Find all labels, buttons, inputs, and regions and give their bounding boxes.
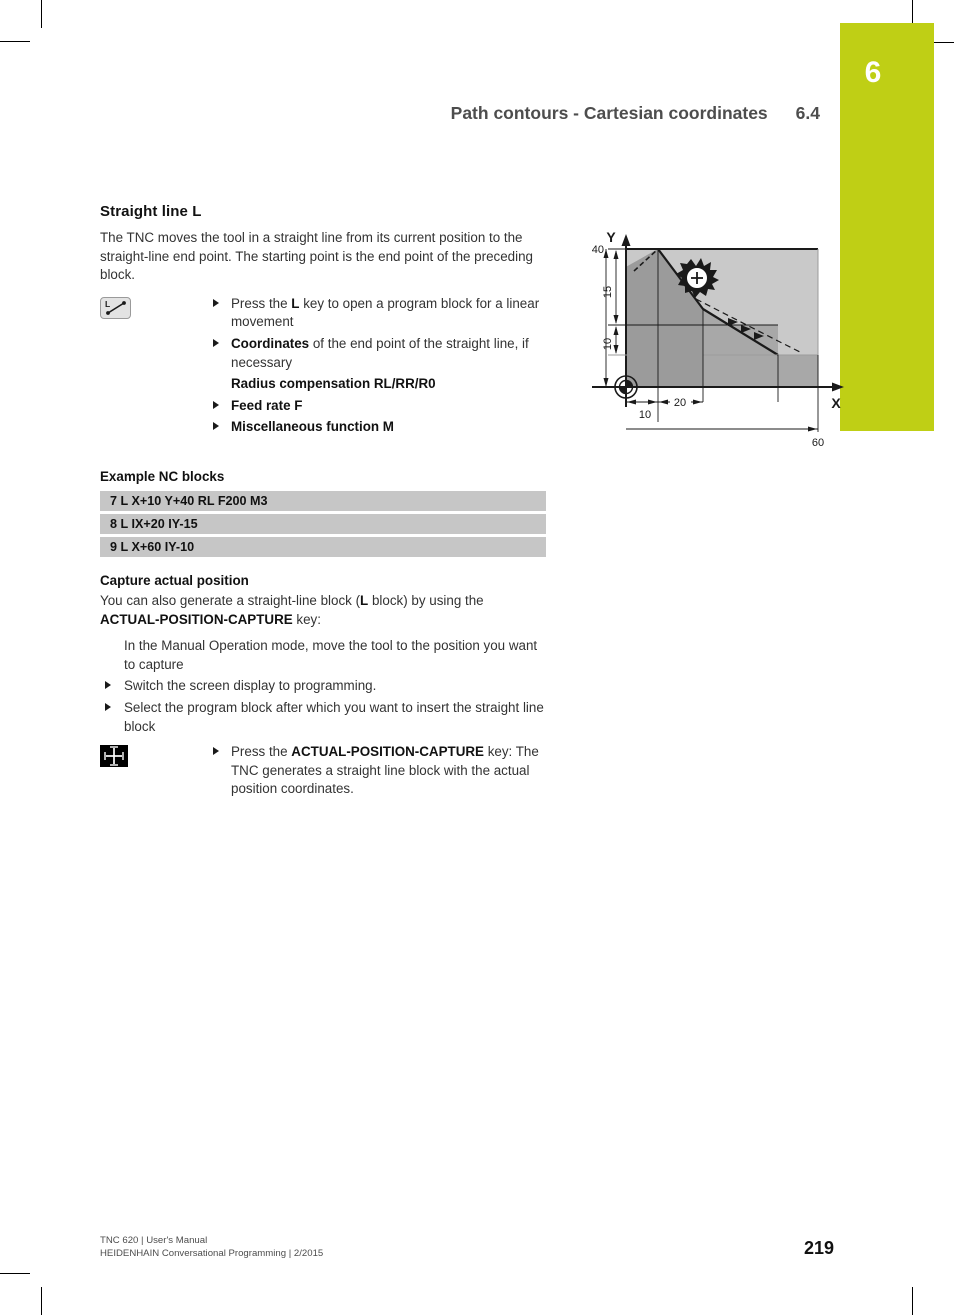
list-item: Feed rate F [213, 397, 546, 416]
cartesian-contour-diagram: 40 15 10 10 20 60 Y X [578, 222, 846, 470]
list-item: Miscellaneous function M [213, 418, 546, 437]
dim-arrow-icon [603, 249, 609, 258]
dim-arrow-icon [613, 250, 619, 259]
dim-arrow-icon [613, 345, 619, 354]
capture-final-step-list: Press the ACTUAL-POSITION-CAPTURE key: T… [213, 743, 546, 802]
x-axis-arrow-icon [832, 382, 844, 392]
capture-title: Capture actual position [100, 572, 249, 588]
x-axis-label: X [831, 395, 841, 411]
bullet-arrow-icon [213, 747, 219, 756]
straight-line-L-key-icon: L [100, 296, 131, 319]
running-header: Path contours - Cartesian coordinates 6.4 [100, 103, 820, 124]
table-row: 7 L X+10 Y+40 RL F200 M3 [100, 490, 546, 511]
diagram-svg: 40 15 10 10 20 60 Y X [592, 229, 844, 449]
bullet-arrow-icon [105, 681, 111, 690]
y-axis-arrow-icon [621, 234, 631, 246]
bullet-arrow-icon [213, 400, 219, 409]
dim-arrow-icon [627, 399, 636, 405]
list-item: Press the ACTUAL-POSITION-CAPTURE key: T… [213, 743, 546, 799]
crop-mark-top-left [41, 0, 42, 28]
manual-page: 6 Path contours - Cartesian coordinates 6… [0, 0, 954, 1315]
step-row-capture: Press the ACTUAL-POSITION-CAPTURE key: T… [100, 743, 546, 802]
bullet-arrow-icon [213, 298, 219, 307]
page-title: Straight line L [100, 203, 202, 220]
diagonal-line-glyph [106, 300, 126, 315]
key-icon-cell: L [100, 295, 213, 319]
crop-mark-bottom-left [41, 1287, 42, 1315]
key-icon-cell [100, 743, 213, 768]
bullet-arrow-icon [213, 338, 219, 347]
x-dim-label-60: 60 [812, 437, 824, 449]
list-item: Switch the screen display to programming… [100, 677, 546, 696]
list-item: Select the program block after which you… [100, 699, 546, 736]
section-intro: The TNC moves the tool in a straight lin… [100, 230, 533, 283]
dim-arrow-icon [808, 426, 817, 432]
page-number: 219 [803, 1238, 834, 1258]
capture-steps-list: In the Manual Operation mode, move the t… [100, 637, 546, 736]
list-item: Press the L key to open a program block … [213, 295, 546, 332]
dim-arrow-icon [693, 399, 702, 405]
list-item: In the Manual Operation mode, move the t… [124, 638, 538, 672]
header-section-number: 6.4 [795, 103, 820, 123]
footer-line-2: HEIDENHAIN Conversational Programming | … [100, 1248, 324, 1259]
header-title: Path contours - Cartesian coordinates [450, 103, 768, 123]
chapter-tab-rule [934, 42, 954, 43]
table-row: 9 L X+60 IY-10 [100, 536, 546, 557]
y-axis-label: Y [606, 229, 616, 245]
crop-mark-left-bottom [0, 1273, 30, 1274]
dim-arrow-icon [613, 315, 619, 324]
list-item: Coordinates of the end point of the stra… [213, 335, 546, 372]
list-item: Radius compensation RL/RR/R0 [231, 376, 436, 392]
chapter-number: 6 [864, 56, 882, 89]
nc-example-title: Example NC blocks [100, 468, 225, 484]
actual-position-capture-key-icon [100, 745, 128, 768]
dim-arrow-icon [613, 326, 619, 335]
x-dim-label-10: 10 [639, 409, 651, 421]
primary-steps-list: Press the L key to open a program block … [213, 295, 546, 440]
table-row: 8 L IX+20 IY-15 [100, 513, 546, 534]
nc-example-section: Example NC blocks 7 L X+10 Y+40 RL F200 … [100, 469, 546, 557]
bullet-arrow-icon [213, 422, 219, 431]
x-dim-label-20-text: 20 [674, 397, 686, 409]
footer-line-1: TNC 620 | User's Manual [100, 1235, 208, 1246]
y-top-dim-label: 40 [592, 244, 604, 256]
footer-imprint: TNC 620 | User's Manual HEIDENHAIN Conve… [100, 1234, 323, 1260]
crop-mark-left-top [0, 41, 30, 42]
y-dim-label-10: 10 [602, 338, 614, 350]
nc-block-table: 7 L X+10 Y+40 RL F200 M3 8 L IX+20 IY-15… [100, 490, 546, 557]
crosshair-glyph [104, 746, 124, 766]
dim-arrow-icon [659, 399, 668, 405]
content-column: Straight line L The TNC moves the tool i… [100, 203, 546, 802]
step-row-primary: L Press the L key to open a program bloc… [100, 295, 546, 440]
dim-arrow-icon [648, 399, 657, 405]
crop-mark-bottom-right [912, 1287, 913, 1315]
capture-section: Capture actual position You can also gen… [100, 573, 546, 802]
dim-arrow-icon [603, 378, 609, 387]
capture-intro: You can also generate a straight-line bl… [100, 592, 484, 627]
y-dim-label-15: 15 [602, 286, 614, 298]
bullet-arrow-icon [105, 702, 111, 711]
